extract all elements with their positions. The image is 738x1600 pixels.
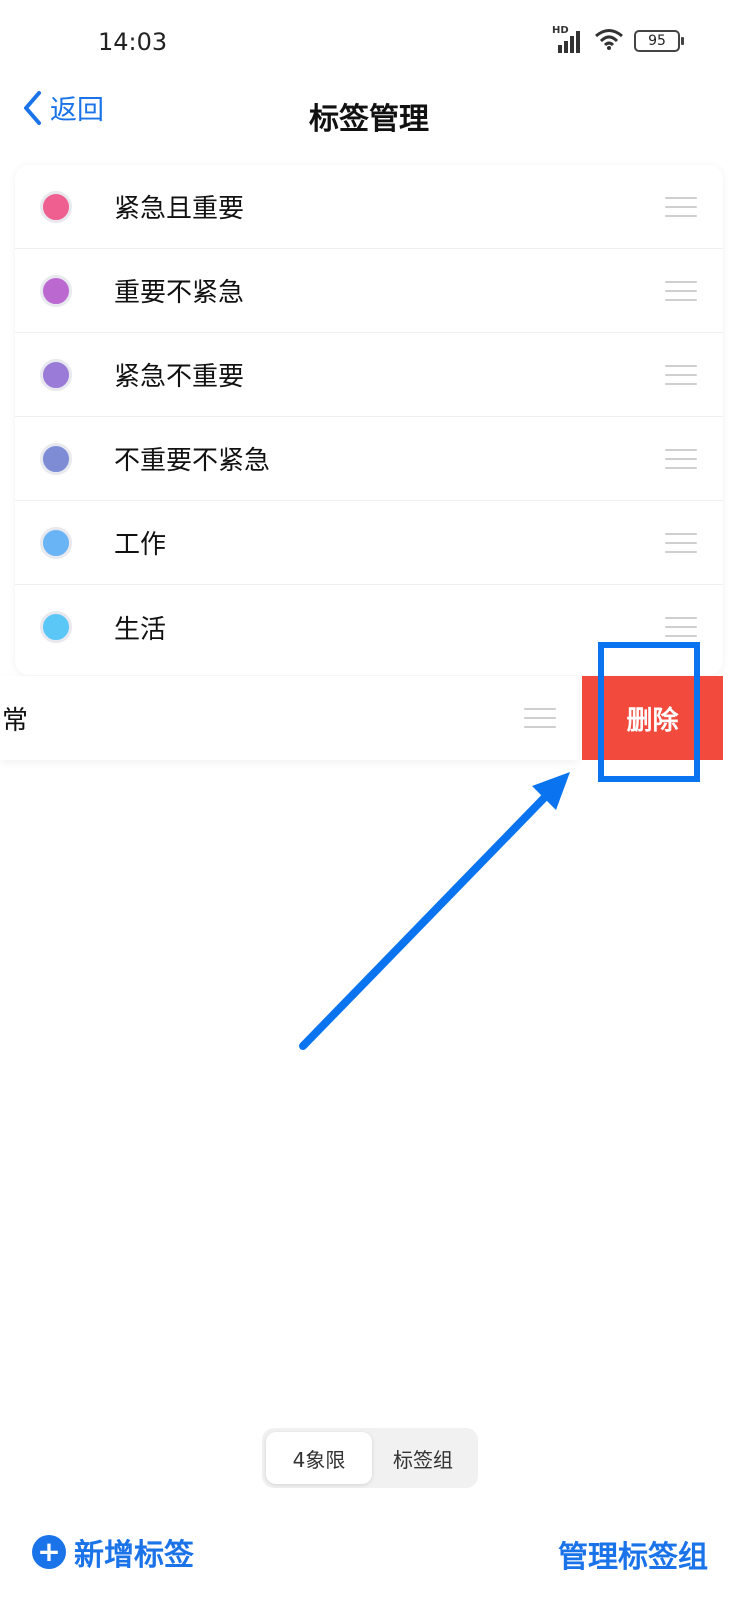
network-label: HD xyxy=(552,25,569,36)
view-segmented-control: 4象限 标签组 xyxy=(262,1428,478,1488)
drag-handle-icon[interactable] xyxy=(665,617,697,637)
tag-label: 紧急且重要 xyxy=(114,194,245,224)
segment-quadrant[interactable]: 4象限 xyxy=(266,1432,372,1484)
tag-color-dot xyxy=(40,442,72,475)
signal-icon: HD xyxy=(552,25,584,53)
tag-row[interactable]: 不重要不紧急 xyxy=(15,417,723,501)
tag-color-dot xyxy=(40,611,72,643)
tag-label: 常 xyxy=(2,705,29,736)
drag-handle-icon[interactable] xyxy=(665,364,697,385)
tag-label: 工作 xyxy=(114,530,167,560)
status-time: 14:03 xyxy=(98,28,168,56)
tag-label: 生活 xyxy=(114,614,167,645)
battery-level: 95 xyxy=(648,33,666,49)
tag-color-dot xyxy=(40,274,72,307)
nav-bar: 返回 标签管理 xyxy=(0,84,738,154)
tag-label: 紧急不重要 xyxy=(114,362,245,392)
tag-label: 不重要不紧急 xyxy=(114,446,271,476)
drag-handle-icon[interactable] xyxy=(524,708,556,728)
drag-handle-icon[interactable] xyxy=(665,280,697,301)
plus-circle-icon: + xyxy=(32,1535,66,1569)
swiped-tag-row[interactable]: 常 xyxy=(0,676,578,760)
tag-color-dot xyxy=(40,526,72,559)
manage-tag-group-button[interactable]: 管理标签组 xyxy=(558,1532,708,1576)
tag-row[interactable]: 紧急不重要 xyxy=(15,333,723,417)
drag-handle-icon[interactable] xyxy=(665,196,697,217)
segment-tag-group[interactable]: 标签组 xyxy=(372,1432,474,1484)
add-tag-button[interactable]: + 新增标签 xyxy=(32,1530,194,1574)
tag-row[interactable]: 重要不紧急 xyxy=(15,249,723,333)
status-icons: HD 95 xyxy=(552,25,684,54)
annotation-highlight-box xyxy=(598,642,700,782)
drag-handle-icon[interactable] xyxy=(665,532,697,553)
tag-row[interactable]: 工作 xyxy=(15,501,723,585)
tag-color-dot xyxy=(40,190,72,223)
status-bar: 14:03 HD 95 xyxy=(0,0,738,84)
page-title: 标签管理 xyxy=(309,102,429,137)
wifi-icon xyxy=(594,28,624,54)
tag-list: 紧急且重要 重要不紧急 紧急不重要 不重要不紧急 工作 生活 xyxy=(15,165,723,675)
tag-label: 重要不紧急 xyxy=(114,278,245,308)
add-tag-label: 新增标签 xyxy=(74,1538,194,1573)
tag-row[interactable]: 紧急且重要 xyxy=(15,165,723,249)
drag-handle-icon[interactable] xyxy=(665,448,697,469)
tag-color-dot xyxy=(40,358,72,391)
battery-icon: 95 xyxy=(634,30,684,52)
